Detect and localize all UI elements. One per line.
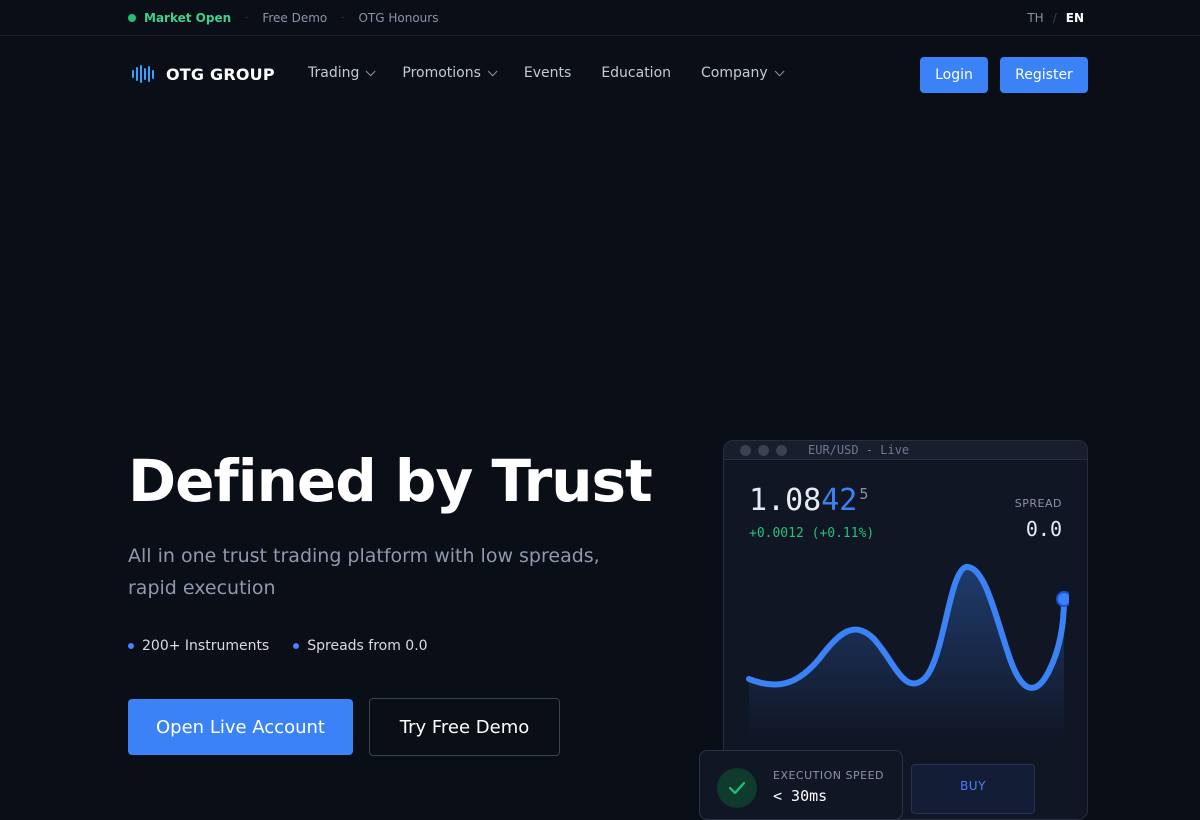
price-change: +0.0012 (+0.11%) [749, 526, 875, 541]
feature-label: 200+ Instruments [142, 638, 270, 654]
separator: · [245, 12, 249, 24]
widget-titlebar: EUR/USD - Live [724, 441, 1087, 460]
price-highlight: 42 [821, 483, 858, 518]
nav-item-education[interactable]: Education [601, 65, 671, 81]
top-bar: Market Open · Free Demo · OTG Honours TH… [0, 0, 1200, 36]
lang-en[interactable]: EN [1066, 11, 1084, 25]
chevron-down-icon [487, 65, 498, 76]
nav-item-events[interactable]: Events [524, 65, 571, 81]
lang-separator: / [1052, 11, 1057, 25]
register-button[interactable]: Register [1000, 57, 1088, 93]
login-button[interactable]: Login [920, 57, 988, 93]
price-chart [746, 564, 1069, 741]
window-dot-icon [776, 444, 787, 456]
brand-name: OTG GROUP [166, 64, 275, 84]
nav-item-company[interactable]: Company [701, 65, 785, 81]
widget-title: EUR/USD - Live [808, 443, 910, 457]
price-pip: 5 [859, 485, 869, 503]
execution-speed-card: EXECUTION SPEED < 30ms [699, 750, 903, 820]
lang-th[interactable]: TH [1027, 11, 1043, 25]
hero-title: Defined by Trust [128, 447, 653, 515]
hero-subtitle: All in one trust trading platform with l… [128, 545, 600, 599]
window-dot-icon [758, 444, 769, 456]
nav-item-label: Events [523, 65, 572, 81]
chevron-down-icon [774, 65, 785, 76]
chart-area [749, 566, 1064, 741]
nav-item-label: Education [601, 65, 672, 81]
nav-menu: Trading Promotions Events Education Comp… [308, 65, 811, 81]
feature-label: Spreads from 0.0 [307, 638, 428, 654]
logo[interactable]: OTG GROUP [132, 64, 275, 84]
price-quote: 1.08 42 5 [749, 483, 868, 518]
top-bar-left: Market Open · Free Demo · OTG Honours [128, 0, 438, 36]
nav-item-label: Company [701, 65, 768, 81]
try-free-demo-button[interactable]: Try Free Demo [369, 698, 560, 756]
chevron-down-icon [366, 65, 376, 76]
spread-value: 0.0 [1025, 517, 1062, 541]
price-main: 1.08 [749, 483, 822, 518]
nav-item-promotions[interactable]: Promotions [402, 65, 498, 81]
main-nav: OTG GROUP Trading Promotions Events Educ… [0, 36, 1200, 114]
bullet-icon [128, 643, 134, 649]
chart-line [746, 564, 1067, 691]
market-status-dot [128, 14, 136, 22]
nav-item-label: Trading [308, 65, 360, 81]
separator: · [341, 12, 345, 24]
feature-list: 200+ Instruments Spreads from 0.0 [128, 638, 452, 654]
bullet-icon [293, 643, 300, 649]
open-live-account-button[interactable]: Open Live Account [128, 699, 353, 755]
execution-speed-value: < 30ms [773, 787, 828, 805]
free-demo-link[interactable]: Free Demo [262, 11, 327, 25]
feature-item: Spreads from 0.0 [293, 638, 428, 654]
window-dot-icon [740, 444, 751, 456]
buy-button[interactable]: BUY [911, 764, 1035, 814]
chart-endpoint [1056, 591, 1069, 607]
nav-item-trading[interactable]: Trading [308, 65, 376, 81]
nav-item-label: Promotions [402, 65, 481, 81]
feature-item: 200+ Instruments [128, 638, 269, 654]
market-status: Market Open [144, 11, 232, 25]
language-switcher: TH / EN [1027, 0, 1084, 36]
spread-label: SPREAD [1014, 497, 1062, 510]
check-icon [717, 768, 757, 808]
logo-icon [132, 64, 154, 84]
otg-honours-link[interactable]: OTG Honours [358, 11, 438, 25]
execution-speed-label: EXECUTION SPEED [773, 769, 885, 782]
